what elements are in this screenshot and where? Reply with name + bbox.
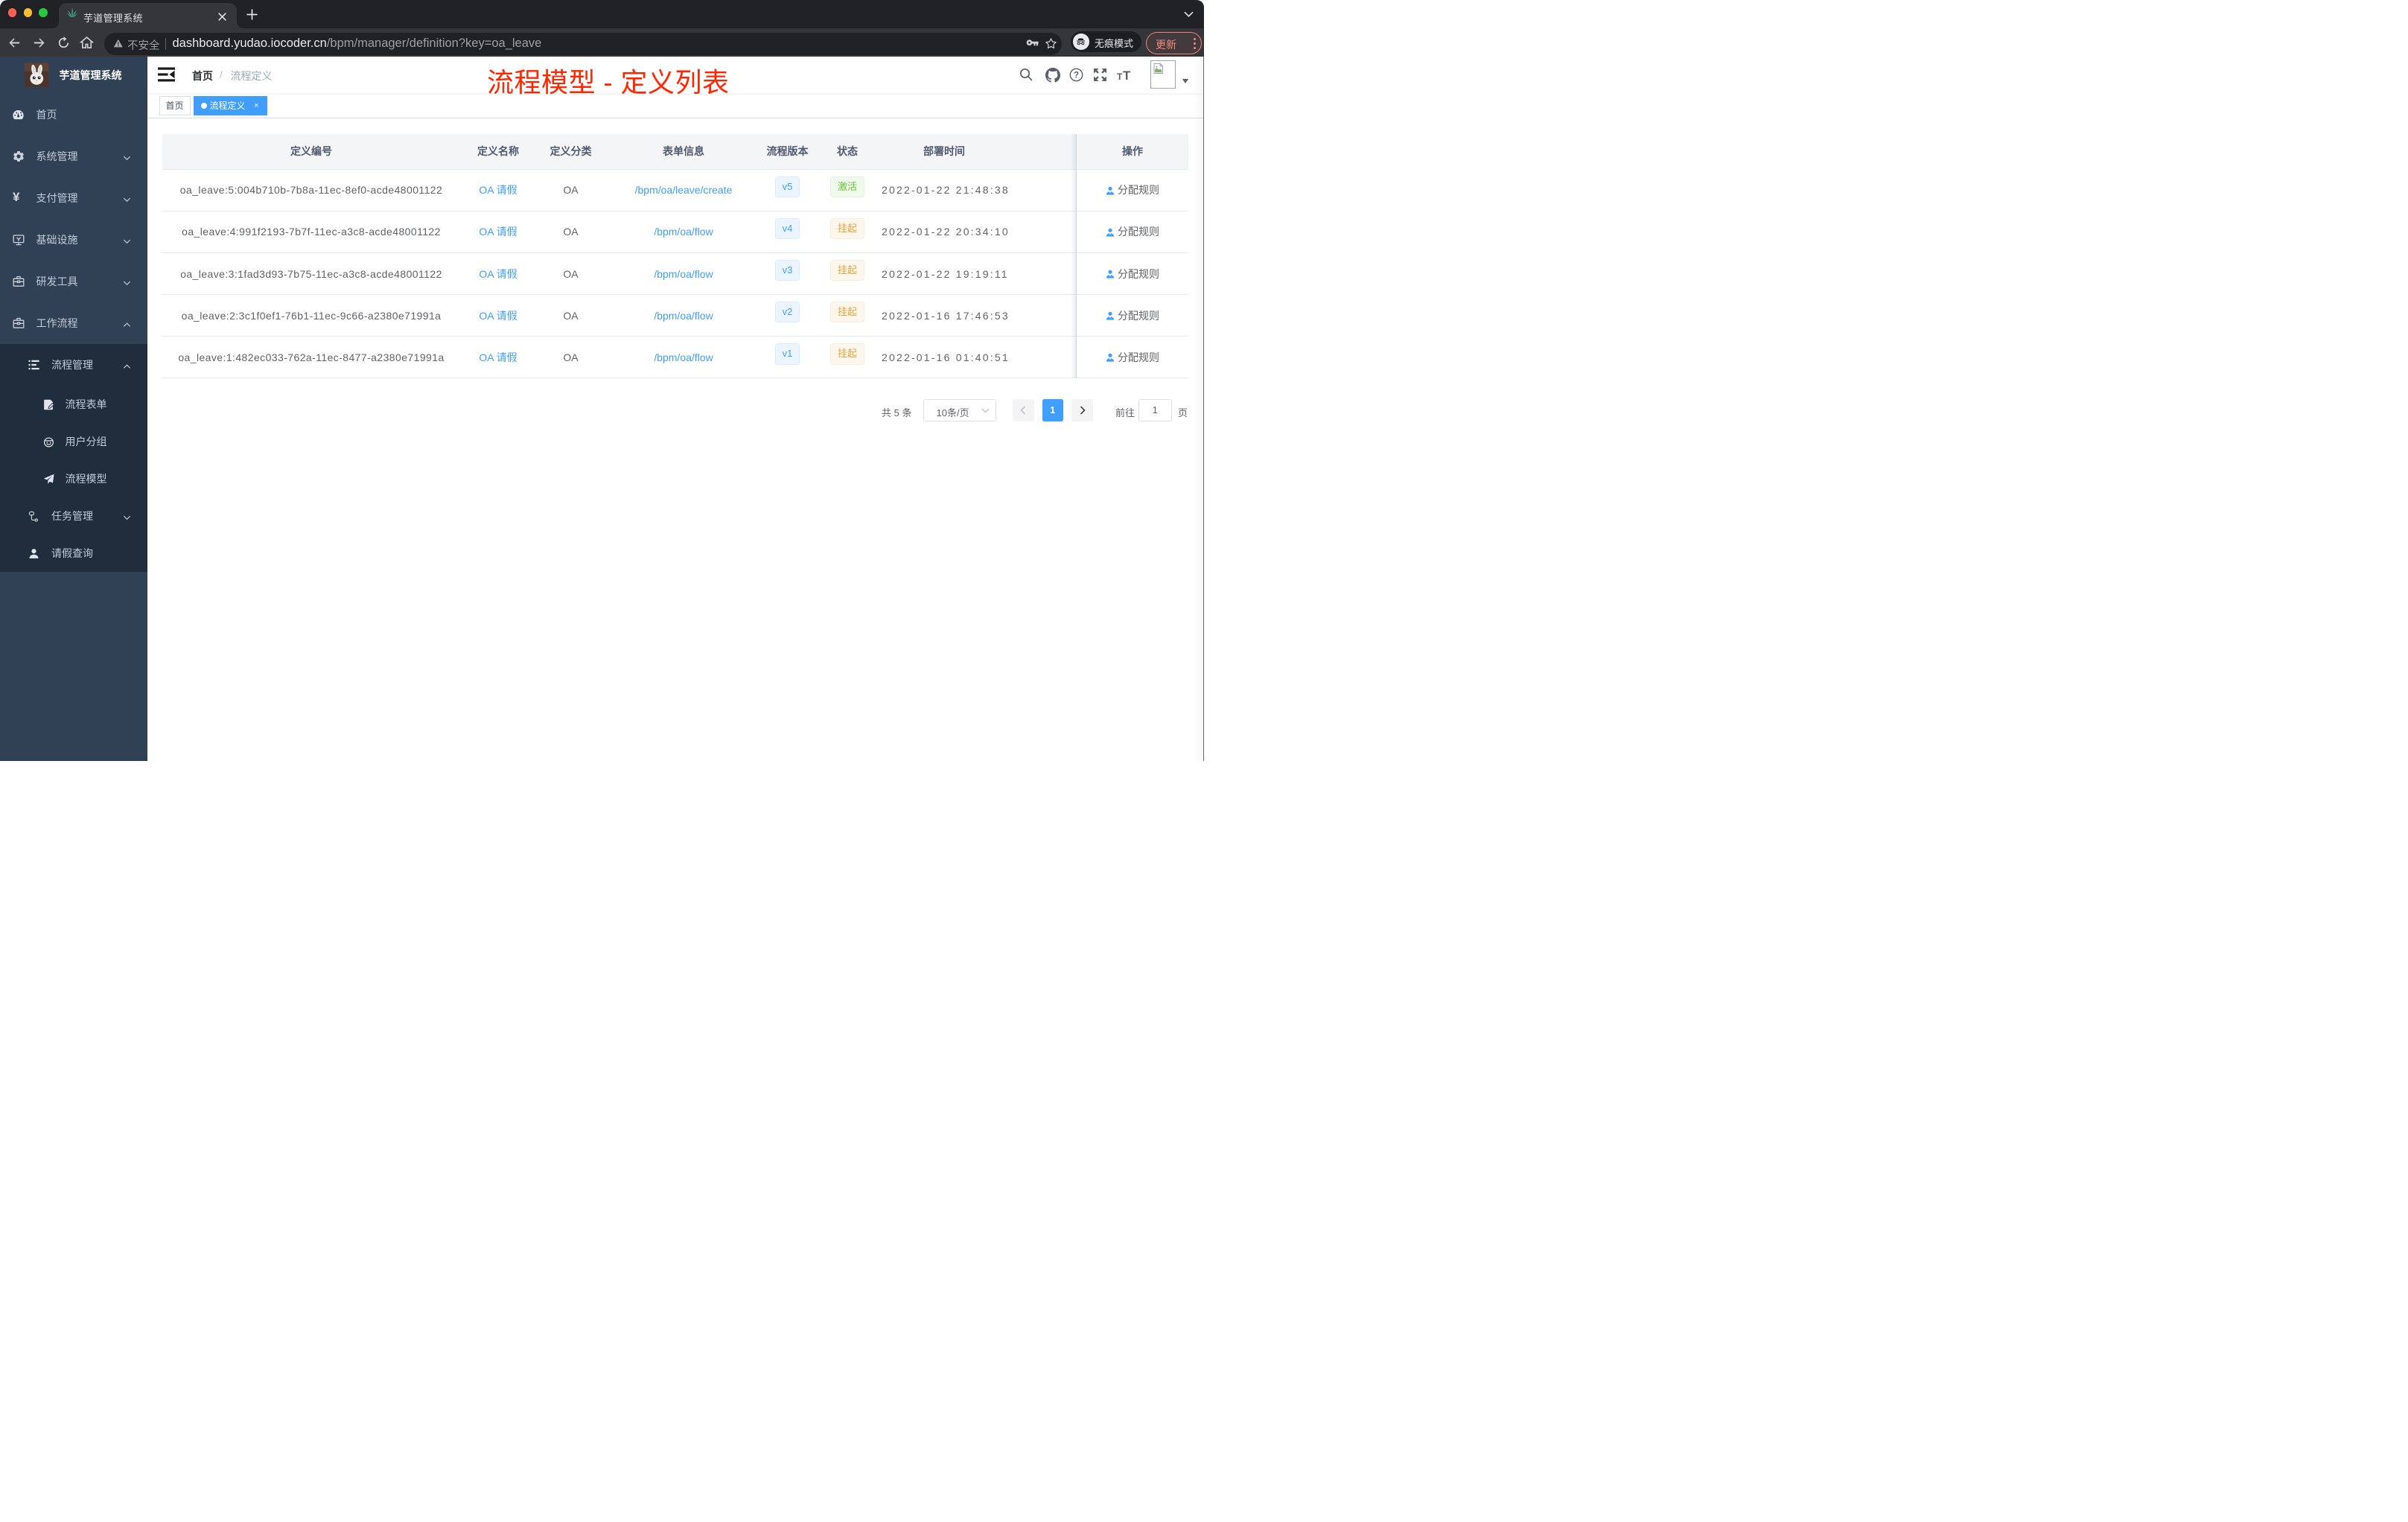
svg-text:T: T xyxy=(1123,69,1131,82)
svg-text:T: T xyxy=(1117,71,1123,82)
svg-text:?: ? xyxy=(1073,71,1078,80)
